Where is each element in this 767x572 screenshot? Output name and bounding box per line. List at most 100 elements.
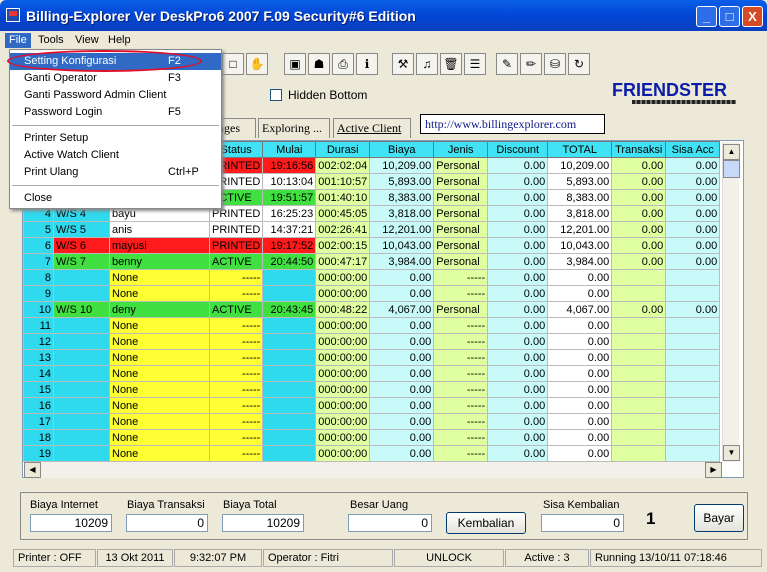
window-icon[interactable]: □	[222, 53, 244, 75]
besar-uang-field[interactable]: 0	[348, 514, 432, 532]
biaya-total-field[interactable]: 10209	[222, 514, 304, 532]
table-cell	[611, 413, 667, 430]
close-window-button[interactable]: X	[742, 6, 763, 27]
menu-item-label: Ganti Operator	[24, 72, 97, 84]
file-menu-item[interactable]: Ganti Password Admin Client	[10, 87, 221, 104]
menu-item-label: Password Login	[24, 106, 103, 118]
table-row[interactable]: 10 W/S 10 deny ACTIVE 20:43:45 000:48:22 4,067…	[23, 301, 721, 318]
list-icon[interactable]: ☰	[464, 53, 486, 75]
users-icon[interactable]: ☗	[308, 53, 330, 75]
menu-help[interactable]: Help	[104, 33, 135, 48]
file-menu-item[interactable]: Close	[10, 190, 221, 207]
biaya-internet-field[interactable]: 10209	[30, 514, 112, 532]
tab-exploring[interactable]: Exploring ...	[258, 118, 330, 138]
menu-item-label: Active Watch Client	[24, 149, 119, 161]
column-header[interactable]: Transaksi	[611, 141, 667, 158]
file-menu-item[interactable]: Active Watch Client	[10, 147, 221, 164]
table-cell: 0.00	[547, 269, 613, 286]
table-cell: 0.00	[665, 173, 721, 190]
checkbox-box[interactable]	[270, 89, 282, 101]
column-header[interactable]: Discount	[487, 141, 549, 158]
biaya-transaksi-label: Biaya Transaksi	[127, 499, 205, 511]
hand-icon[interactable]: ✋	[246, 53, 268, 75]
table-cell: 10,209.00	[547, 157, 613, 174]
scroll-left-arrow[interactable]: ◀	[24, 462, 41, 478]
table-row[interactable]: 17 None ----- 000:00:00 0.00 ----- 0.00 0.00	[23, 413, 721, 430]
computer-icon[interactable]: ▣	[284, 53, 306, 75]
file-menu-item[interactable]: Ganti Operator F3	[10, 70, 221, 87]
maximize-button[interactable]: □	[719, 6, 740, 27]
scroll-right-arrow[interactable]: ▶	[705, 462, 722, 478]
file-menu-item[interactable]: Password Login F5	[10, 104, 221, 121]
menu-view[interactable]: View	[71, 33, 103, 48]
notes-icon[interactable]: ✎	[496, 53, 518, 75]
pencil-icon[interactable]: ✏	[520, 53, 542, 75]
table-cell: 3,818.00	[369, 205, 435, 222]
vertical-scrollbar[interactable]: ▲ ▼	[722, 142, 740, 462]
table-row[interactable]: 5 W/S 5 anis PRINTED 14:37:21 002:26:41 12,201…	[23, 221, 721, 238]
minimize-button[interactable]: _	[696, 6, 717, 27]
tools-icon[interactable]: ⚒	[392, 53, 414, 75]
table-row[interactable]: 18 None ----- 000:00:00 0.00 ----- 0.00 0.00	[23, 429, 721, 446]
column-header[interactable]: Biaya	[369, 141, 435, 158]
hidden-bottom-checkbox[interactable]: Hidden Bottom	[270, 88, 367, 102]
table-row[interactable]: 19 None ----- 000:00:00 0.00 ----- 0.00 0.00	[23, 445, 721, 462]
biaya-internet-label: Biaya Internet	[30, 499, 98, 511]
column-header[interactable]: Sisa Acc	[665, 141, 721, 158]
table-cell: Personal	[433, 237, 489, 254]
table-row[interactable]: 6 W/S 6 mayusi PRINTED 19:17:52 002:00:15 10,0…	[23, 237, 721, 254]
sound-icon[interactable]: ♫	[416, 53, 438, 75]
horizontal-scrollbar[interactable]: ◀ ▶	[24, 462, 722, 478]
sisa-kembalian-field[interactable]: 0	[541, 514, 624, 532]
table-cell: -----	[208, 333, 264, 350]
scroll-down-arrow[interactable]: ▼	[723, 445, 740, 461]
table-row[interactable]: 15 None ----- 000:00:00 0.00 ----- 0.00 0.00	[23, 381, 721, 398]
column-header[interactable]: Durasi	[315, 141, 371, 158]
scroll-thumb[interactable]	[723, 160, 740, 178]
column-header[interactable]: Mulai	[262, 141, 317, 158]
table-cell: 0.00	[487, 301, 549, 318]
table-cell	[611, 429, 667, 446]
bayar-button[interactable]: Bayar	[694, 504, 744, 532]
window-title: Billing-Explorer Ver DeskPro6 2007 F.09 …	[26, 8, 416, 24]
table-row[interactable]: 14 None ----- 000:00:00 0.00 ----- 0.00 0.00	[23, 365, 721, 382]
database-icon[interactable]: ⛁	[544, 53, 566, 75]
table-row[interactable]: 9 None ----- 000:00:00 0.00 ----- 0.00 0.00	[23, 285, 721, 302]
table-cell: 0.00	[611, 157, 667, 174]
table-row[interactable]: 11 None ----- 000:00:00 0.00 ----- 0.00 0.00	[23, 317, 721, 334]
table-cell: deny	[109, 301, 210, 318]
file-menu-item[interactable]: Printer Setup	[10, 130, 221, 147]
table-row[interactable]: 8 None ----- 000:00:00 0.00 ----- 0.00 0.00	[23, 269, 721, 286]
table-cell	[53, 413, 110, 430]
table-cell: None	[109, 333, 210, 350]
table-cell: 5	[23, 221, 54, 238]
menu-item-label: Ganti Password Admin Client	[24, 89, 167, 101]
status-printer: Printer : OFF	[13, 549, 96, 567]
biaya-transaksi-field[interactable]: 0	[126, 514, 208, 532]
hidden-bottom-label: Hidden Bottom	[288, 88, 368, 102]
table-row[interactable]: 16 None ----- 000:00:00 0.00 ----- 0.00 0.00	[23, 397, 721, 414]
table-cell: 0.00	[487, 157, 549, 174]
menu-file[interactable]: File	[5, 33, 31, 48]
table-row[interactable]: 12 None ----- 000:00:00 0.00 ----- 0.00 0.00	[23, 333, 721, 350]
tab-active-client[interactable]: Active Client	[333, 118, 411, 138]
table-cell	[53, 397, 110, 414]
table-cell: 001:40:10	[315, 189, 371, 206]
table-cell: None	[109, 317, 210, 334]
menu-tools[interactable]: Tools	[34, 33, 68, 48]
table-row[interactable]: 7 W/S 7 benny ACTIVE 20:44:50 000:47:17 3,984.…	[23, 253, 721, 270]
scroll-up-arrow[interactable]: ▲	[723, 144, 740, 160]
refresh-icon[interactable]: ↻	[568, 53, 590, 75]
table-row[interactable]: 13 None ----- 000:00:00 0.00 ----- 0.00 0.00	[23, 349, 721, 366]
printer-icon[interactable]: ⎙	[332, 53, 354, 75]
column-header[interactable]: TOTAL	[547, 141, 613, 158]
file-menu-item[interactable]: Print Ulang Ctrl+P	[10, 164, 221, 181]
table-cell: 19:51:57	[262, 189, 317, 206]
trash-icon[interactable]: 🗑	[440, 53, 462, 75]
kembalian-button[interactable]: Kembalian	[446, 512, 526, 534]
table-cell: -----	[433, 285, 489, 302]
info-icon[interactable]: ℹ	[356, 53, 378, 75]
table-cell: None	[109, 397, 210, 414]
column-header[interactable]: Jenis	[433, 141, 489, 158]
website-url[interactable]: http://www.billingexplorer.com	[420, 114, 605, 134]
